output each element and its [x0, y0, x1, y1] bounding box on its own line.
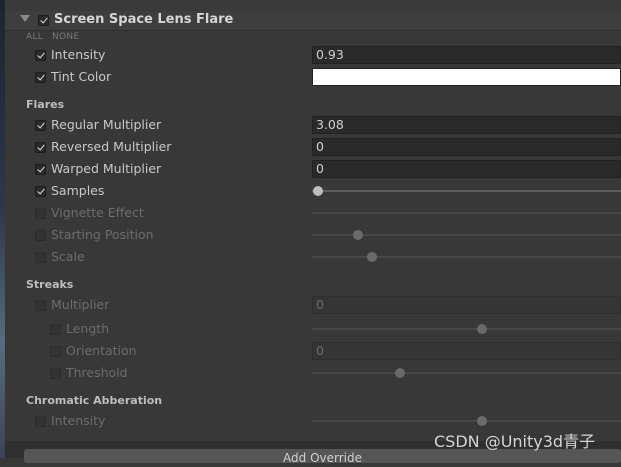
- intensity-field[interactable]: 0.93: [312, 46, 621, 64]
- chromatic-abberation-section-title: Chromatic Abberation: [26, 394, 163, 407]
- chromatic-intensity-override-checkbox[interactable]: [35, 416, 46, 427]
- length-override-checkbox[interactable]: [50, 324, 61, 335]
- streaks-multiplier-override-checkbox[interactable]: [35, 300, 46, 311]
- orientation-label: Orientation: [66, 343, 137, 358]
- vignette-effect-override-checkbox[interactable]: [35, 208, 46, 219]
- starting-position-override-checkbox[interactable]: [35, 230, 46, 241]
- samples-override-checkbox[interactable]: [35, 186, 46, 197]
- vignette-effect-label: Vignette Effect: [51, 205, 144, 220]
- starting-position-label: Starting Position: [51, 227, 154, 242]
- threshold-slider-track: [312, 372, 621, 374]
- vignette-effect-slider-track: [312, 212, 621, 214]
- all-button[interactable]: ALL: [26, 32, 43, 42]
- samples-slider-track[interactable]: [312, 190, 621, 192]
- component-enabled-checkbox[interactable]: [38, 15, 49, 26]
- length-label: Length: [66, 321, 110, 336]
- watermark-text: CSDN @Unity3d青子: [434, 432, 596, 451]
- scene-view-edge: [0, 0, 5, 458]
- threshold-override-checkbox[interactable]: [50, 368, 61, 379]
- reversed-multiplier-override-checkbox[interactable]: [35, 142, 46, 153]
- samples-slider-handle[interactable]: [313, 186, 324, 196]
- samples-label: Samples: [51, 183, 105, 198]
- scale-slider-handle: [367, 252, 378, 262]
- warped-multiplier-override-checkbox[interactable]: [35, 164, 46, 175]
- tint-color-label: Tint Color: [51, 69, 112, 84]
- starting-position-slider-handle: [353, 230, 364, 240]
- reversed-multiplier-field[interactable]: 0: [312, 138, 621, 156]
- scale-slider-track: [312, 256, 621, 258]
- orientation-field: 0: [312, 342, 621, 360]
- orientation-override-checkbox[interactable]: [50, 346, 61, 357]
- scale-override-checkbox[interactable]: [35, 252, 46, 263]
- regular-multiplier-label: Regular Multiplier: [51, 117, 162, 132]
- streaks-section-title: Streaks: [26, 278, 74, 291]
- threshold-slider-handle: [395, 368, 406, 378]
- none-button[interactable]: NONE: [52, 32, 79, 42]
- scale-label: Scale: [51, 249, 85, 264]
- reversed-multiplier-label: Reversed Multiplier: [51, 139, 172, 154]
- component-title: Screen Space Lens Flare: [54, 12, 234, 27]
- tint-color-override-checkbox[interactable]: [35, 72, 46, 83]
- streaks-multiplier-field: 0: [312, 296, 621, 314]
- chromatic-intensity-slider-track: [312, 420, 621, 422]
- tint-color-swatch[interactable]: [312, 68, 621, 86]
- threshold-label: Threshold: [66, 365, 128, 380]
- warped-multiplier-field[interactable]: 0: [312, 160, 621, 178]
- intensity-label: Intensity: [51, 47, 106, 62]
- regular-multiplier-field[interactable]: 3.08: [312, 116, 621, 134]
- flares-section-title: Flares: [26, 98, 65, 111]
- warped-multiplier-label: Warped Multiplier: [51, 161, 162, 176]
- foldout-arrow-icon[interactable]: [20, 15, 30, 22]
- chromatic-intensity-label: Intensity: [51, 413, 106, 428]
- length-slider-handle: [476, 324, 487, 334]
- streaks-multiplier-label: Multiplier: [51, 297, 110, 312]
- chromatic-intensity-slider-handle: [476, 416, 487, 426]
- regular-multiplier-override-checkbox[interactable]: [35, 120, 46, 131]
- intensity-override-checkbox[interactable]: [35, 50, 46, 61]
- length-slider-track: [312, 328, 621, 330]
